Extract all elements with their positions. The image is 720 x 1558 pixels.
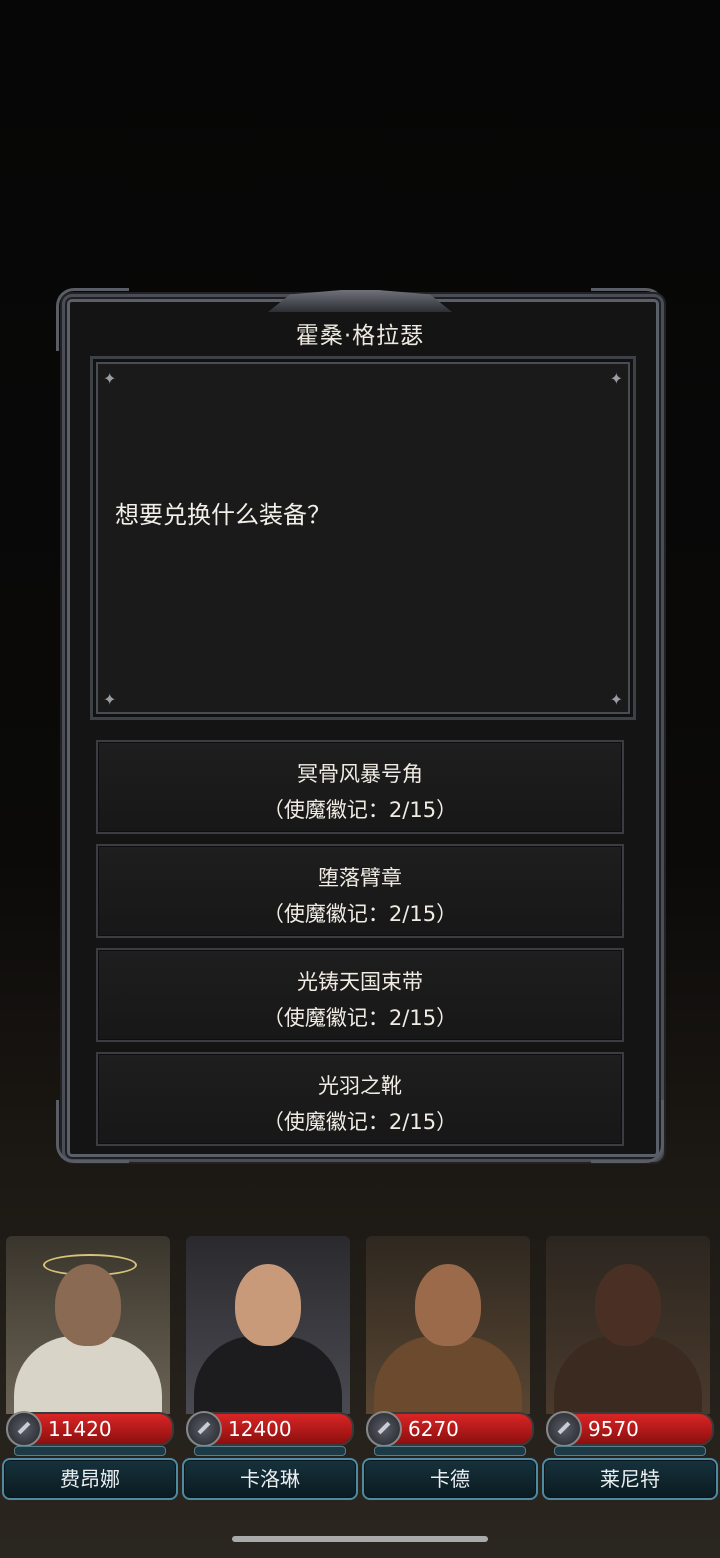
hero-portrait xyxy=(186,1236,350,1414)
hero-name-button[interactable]: 费昂娜 xyxy=(2,1458,178,1500)
option-cost: （使魔徽记：2/15） xyxy=(262,1006,458,1030)
hp-value: 6270 xyxy=(408,1417,459,1441)
hp-value: 12400 xyxy=(228,1417,292,1441)
option-cost: （使魔徽记：2/15） xyxy=(262,798,458,822)
sword-badge-icon xyxy=(6,1411,42,1447)
party-member-1[interactable]: 11420 费昂娜 xyxy=(0,1236,178,1500)
hp-bar: 11420 xyxy=(6,1411,174,1447)
hp-bar: 12400 xyxy=(186,1411,354,1447)
hero-body xyxy=(554,1336,702,1414)
option-name: 冥骨风暴号角 xyxy=(297,762,423,786)
hero-portrait xyxy=(366,1236,530,1414)
hero-name-button[interactable]: 卡德 xyxy=(362,1458,538,1500)
hp-bar: 9570 xyxy=(546,1411,714,1447)
exchange-option-4[interactable]: 光羽之靴 （使魔徽记：2/15） xyxy=(96,1052,624,1146)
hero-name-button[interactable]: 卡洛琳 xyxy=(182,1458,358,1500)
hero-head xyxy=(55,1264,121,1346)
dialog-box: ✦ ✦ ✦ ✦ 想要兑换什么装备？ xyxy=(90,356,636,720)
option-cost: （使魔徽记：2/15） xyxy=(262,902,458,926)
hero-portrait xyxy=(546,1236,710,1414)
exchange-option-1[interactable]: 冥骨风暴号角 （使魔徽记：2/15） xyxy=(96,740,624,834)
sparkle-icon: ✦ xyxy=(609,690,623,709)
energy-bar xyxy=(194,1446,346,1456)
sword-badge-icon xyxy=(546,1411,582,1447)
hero-body xyxy=(14,1336,162,1414)
hero-head xyxy=(235,1264,301,1346)
exchange-option-2[interactable]: 堕落臂章 （使魔徽记：2/15） xyxy=(96,844,624,938)
sword-badge-icon xyxy=(366,1411,402,1447)
hero-name-button[interactable]: 莱尼特 xyxy=(542,1458,718,1500)
party-member-2[interactable]: 12400 卡洛琳 xyxy=(180,1236,358,1500)
hp-value: 9570 xyxy=(588,1417,639,1441)
hero-portrait xyxy=(6,1236,170,1414)
dialog-message: 想要兑换什么装备？ xyxy=(115,501,331,529)
energy-bar xyxy=(554,1446,706,1456)
exchange-option-3[interactable]: 光铸天国束带 （使魔徽记：2/15） xyxy=(96,948,624,1042)
hero-body xyxy=(194,1336,342,1414)
hero-body xyxy=(374,1336,522,1414)
party-member-3[interactable]: 6270 卡德 xyxy=(360,1236,538,1500)
party-member-4[interactable]: 9570 莱尼特 xyxy=(540,1236,718,1500)
hero-head xyxy=(415,1264,481,1346)
hero-head xyxy=(595,1264,661,1346)
energy-bar xyxy=(374,1446,526,1456)
sparkle-icon: ✦ xyxy=(103,369,117,388)
sword-badge-icon xyxy=(186,1411,222,1447)
hp-value: 11420 xyxy=(48,1417,112,1441)
option-cost: （使魔徽记：2/15） xyxy=(262,1110,458,1134)
hp-bar: 6270 xyxy=(366,1411,534,1447)
option-name: 光铸天国束带 xyxy=(297,970,423,994)
energy-bar xyxy=(14,1446,166,1456)
option-name: 光羽之靴 xyxy=(318,1074,402,1098)
option-name: 堕落臂章 xyxy=(318,866,402,890)
npc-name-title: 霍桑·格拉瑟 xyxy=(295,323,425,349)
home-indicator[interactable] xyxy=(232,1536,488,1542)
sparkle-icon: ✦ xyxy=(609,369,623,388)
sparkle-icon: ✦ xyxy=(103,690,117,709)
